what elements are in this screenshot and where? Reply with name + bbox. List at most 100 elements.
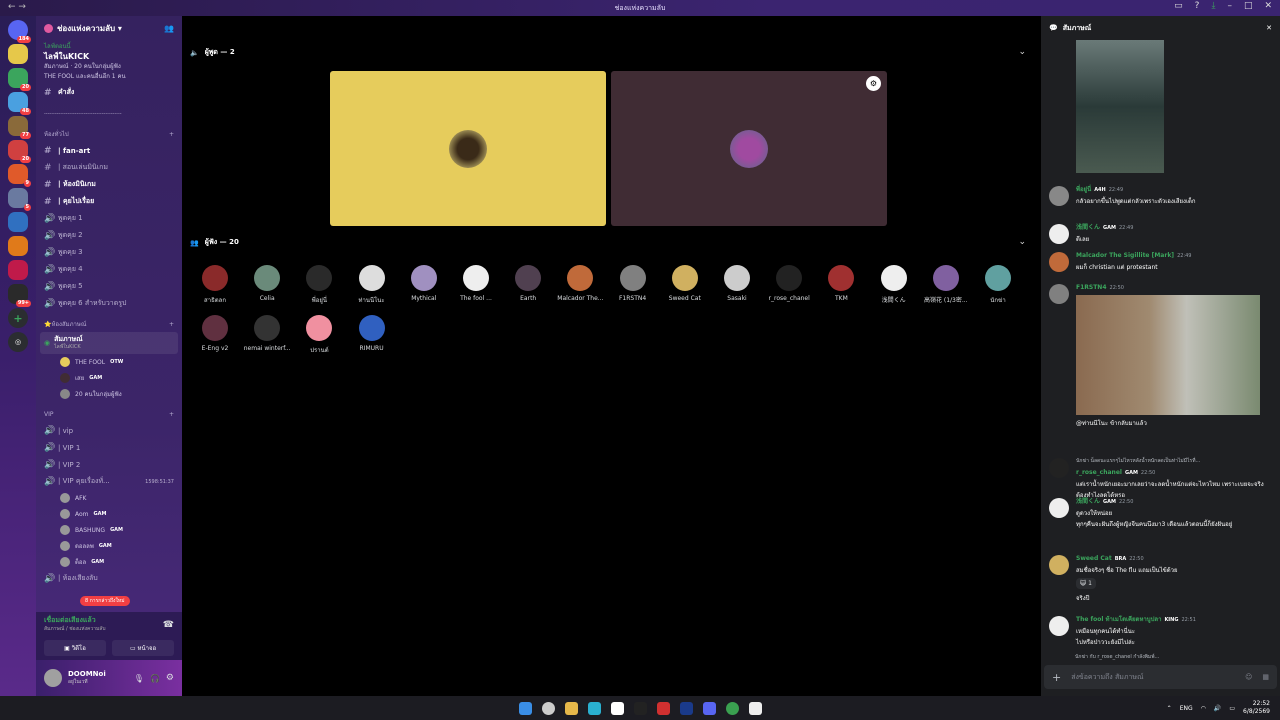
store-icon[interactable] [610,701,624,715]
stage-user[interactable]: 20 คนในกลุ่มผู้ฟัง [36,386,182,402]
download-icon[interactable]: ⤓ [1211,1,1215,11]
message-author[interactable]: F1RSTN4 [1076,284,1107,291]
audience-member[interactable]: 浅間くん [869,265,919,304]
audience-member[interactable]: RIMURU [347,315,397,352]
vip-user[interactable]: ดอลลพ GAM [36,538,182,554]
chevron-up-icon[interactable]: ⌃ [1167,705,1172,712]
avatar[interactable] [1049,498,1069,518]
voice-channel[interactable]: 🔊 พูดคุย 1 [36,210,182,227]
audience-member[interactable]: นักฆ่า [973,265,1023,305]
home-icon[interactable]: 184 [8,20,31,43]
new-mentions-pill[interactable]: 8 การกล่าวถึงใหม่ [80,596,130,606]
chat-message[interactable]: Malcador The Sigillite [Mark] 22:49 ผมก็ c… [1049,250,1274,273]
plus-icon[interactable]: + [169,321,174,328]
vip-user[interactable]: BASHUNG GAM [36,522,182,538]
audience-member[interactable]: Sasaki [712,265,762,302]
avatar[interactable] [1049,252,1069,272]
audience-member[interactable]: 高嶺花 (1/3密... [921,265,971,304]
audience-member[interactable]: F1RSTN4 [608,265,658,302]
avatar[interactable] [1049,224,1069,244]
plus-icon[interactable]: + [1052,671,1061,684]
chat-message[interactable]: F1RSTN4 22:50 [1049,282,1274,304]
server-icon[interactable] [8,212,28,232]
category-stage[interactable]: ⭐ห้องสัมภาษณ์ + [36,316,182,332]
server-icon[interactable]: 5 [8,188,31,211]
settings-icon[interactable]: ⚙ [866,76,881,91]
chat-message[interactable]: นักฆ่า น็ลดนะแรกๆไม่ไหวหลังน้ำหนักลดเป็น… [1049,456,1274,501]
close-button[interactable]: ✕ [1264,1,1272,11]
audience-member[interactable]: Sweed Cat [660,265,710,302]
voice-channel[interactable]: 🔊 พูดคุย 5 [36,278,182,295]
clock[interactable]: 22:52 6/8/2569 [1243,700,1270,716]
audience-member[interactable]: ปรานต์ [294,315,344,355]
text-channel[interactable]: # | fan-art [36,142,182,159]
audience-member[interactable]: nemai winterf... [242,315,292,352]
server-icon[interactable]: 48 [8,92,31,115]
eagle-image[interactable] [1076,295,1260,415]
audience-member[interactable]: Earth [503,265,553,302]
chevron-down-icon[interactable]: ⌄ [1018,237,1026,247]
audience-member[interactable]: TKM [816,265,866,302]
voice-channel[interactable]: 🔊 พูดคุย 4 [36,261,182,278]
edge-icon[interactable] [587,701,601,715]
plus-icon[interactable]: + [169,411,174,418]
audience-member[interactable]: พี่อยู่นี่ [294,265,344,305]
audience-member[interactable]: Malcador The... [555,265,605,302]
vip-more-channel[interactable]: 🔊 | ห้องเสียงลับ [36,570,182,587]
server-icon[interactable] [8,260,28,280]
avatar[interactable] [44,669,62,687]
apps-icon[interactable]: ▦ [1262,673,1269,681]
disconnect-icon[interactable]: ☎ [163,620,174,630]
message-author[interactable]: Sweed Cat [1076,555,1112,562]
photoshop-icon[interactable] [679,701,693,715]
text-channel[interactable]: # | ห้องมินิเกม [36,176,182,193]
voice-channel[interactable]: 🔊 พูดคุย 6 สำหรับวาดรูป [36,295,182,312]
audience-member[interactable]: E-Eng v2 [190,315,240,352]
reaction-pill[interactable]: 😺 1 [1076,578,1096,589]
lang-indicator[interactable]: ENG [1180,705,1193,712]
video-button[interactable]: ▣ วิดีโอ [44,640,106,656]
emoji-icon[interactable]: ☺ [1245,673,1252,681]
audience-member[interactable]: ท่านนีโนะ [347,265,397,305]
battery-icon[interactable]: ▭ [1229,705,1235,712]
landscape-image[interactable] [1076,40,1164,173]
voice-channel[interactable]: 🔊 พูดคุย 2 [36,227,182,244]
message-author[interactable]: พี่อยู่นี่ [1076,186,1091,193]
discord-icon[interactable] [702,701,716,715]
chat-message[interactable]: พี่อยู่นี่ A4H 22:49 กลัวอยากขึ้นไปพูดแต่กล… [1049,184,1274,207]
speakers-header[interactable]: 🔈 ผู้พูด — 2 [190,47,235,58]
chat-message[interactable]: @ท่านนีโนะ ข้ากลับมาแล้ว [1049,418,1274,429]
live-event-card[interactable]: ไลฟ์ตอนนี้ ไลฟ์ในKICK สัมภาษณ์ · 20 คนใน… [36,40,182,84]
vip-channel[interactable]: 🔊 | VIP 1 [36,439,182,456]
server-icon[interactable]: 99+ [8,284,31,307]
audience-header[interactable]: 👥 ผู้ฟัง — 20 [190,237,239,248]
audience-member[interactable]: r_rose_chanel [764,265,814,302]
help-icon[interactable]: ? [1195,1,1200,11]
avatar[interactable] [1049,616,1069,636]
server-icon[interactable]: 9 [8,164,31,187]
message-author[interactable]: Malcador The Sigillite [Mark] [1076,252,1174,259]
tiktok-icon[interactable] [633,701,647,715]
audience-member[interactable]: The fool ... [451,265,501,302]
audience-member[interactable]: Celia [242,265,292,302]
gear-icon[interactable]: ⚙ [166,673,174,683]
chrome-icon[interactable] [725,701,739,715]
app-icon[interactable] [656,701,670,715]
minimize-button[interactable]: – [1227,1,1232,11]
vip-channel[interactable]: 🔊 | vip [36,422,182,439]
vip-user[interactable]: ต็อล GAM [36,554,182,570]
avatar[interactable] [1049,458,1069,478]
speaker-tile[interactable] [330,71,606,226]
start-icon[interactable] [518,701,532,715]
chat-message[interactable]: 浅間くん GAM 22:49 ดีเลย [1049,222,1274,245]
message-author[interactable]: r_rose_chanel [1076,469,1122,476]
folder-icon[interactable] [564,701,578,715]
close-icon[interactable]: ✕ [1266,24,1272,32]
add-server-icon[interactable]: + [8,308,28,328]
divider-channel[interactable]: ----------------------------------------… [36,105,182,122]
category-general[interactable]: ห้องทั่วไป + [36,126,182,142]
speaker-tile[interactable]: ⚙ [611,71,887,226]
server-icon[interactable]: 20 [8,68,31,91]
stage-channel[interactable]: ◉ สัมภาษณ์ ไลฟ์ในKICK [40,332,178,354]
chat-message[interactable]: The fool ท้าเมโดเคียตหาบูปลา KING 22:51 เหม… [1049,614,1274,648]
